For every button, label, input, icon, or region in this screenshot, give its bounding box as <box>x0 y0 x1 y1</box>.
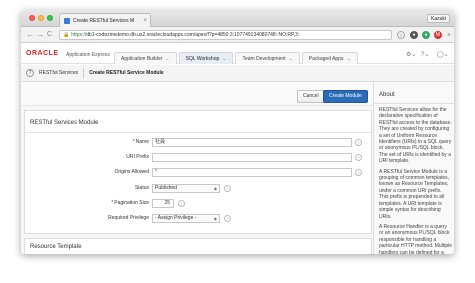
browser-window: Create RESTful Services M × Kazuki ← → C… <box>21 10 454 254</box>
help-icon[interactable]: ? <box>178 200 185 207</box>
required-privilege-select[interactable]: - Assign Privilege - ◆ <box>152 214 220 223</box>
field-label: URI Prefix <box>126 154 149 160</box>
required-marker: * <box>111 200 114 206</box>
field-label: Status <box>134 185 149 191</box>
about-paragraph: A RESTful Service Module is a grouping o… <box>379 168 450 220</box>
tab-application-builder[interactable]: Application Builder ⌄ <box>114 52 177 64</box>
help-icon[interactable]: ? <box>355 154 362 161</box>
star-bookmark-icon[interactable]: ☆ <box>397 31 405 39</box>
chevron-down-icon[interactable]: ⌄ <box>289 56 293 62</box>
field-row-uri-prefix: URI Prefix ? <box>25 153 371 163</box>
main-content: Cancel Create Module RESTful Services Mo… <box>21 82 373 254</box>
name-input[interactable]: 社員 <box>152 138 352 147</box>
main-nav-tabs: Application Builder ⌄ SQL Workshop ⌄ Team … <box>114 48 360 64</box>
breadcrumb: ? RESTful Services Create RESTful Servic… <box>21 65 454 82</box>
region-title: RESTful Services Module <box>30 120 99 126</box>
origins-allowed-input[interactable]: * <box>152 168 352 177</box>
required-marker: * <box>132 139 135 145</box>
about-text: RESTful Services allow for the declarati… <box>379 107 452 254</box>
apex-favicon-icon <box>64 17 70 24</box>
user-icon[interactable]: ◯⌄ <box>437 51 449 58</box>
product-name: Application Express <box>66 52 110 58</box>
about-sidebar: About RESTful Services allow for the dec… <box>373 82 454 254</box>
tab-title: Create RESTful Services M <box>73 17 135 24</box>
browser-titlebar: Create RESTful Services M × Kazuki <box>21 10 454 27</box>
tab-label: Application Builder <box>121 56 163 62</box>
select-arrow-icon: ◆ <box>213 216 217 221</box>
cancel-button[interactable]: Cancel <box>297 90 325 103</box>
tab-packaged-apps[interactable]: Packaged Apps ⌄ <box>301 52 358 64</box>
field-label: Origins Allowed <box>114 169 149 175</box>
help-icon[interactable]: ? <box>224 215 231 222</box>
region-title: Resource Template <box>30 244 82 250</box>
address-bar[interactable]: 🔒 https://db1-codezinedemo.db.us2.oracle… <box>59 30 392 40</box>
help-icon[interactable]: ?⌄ <box>421 51 429 58</box>
breadcrumb-item-restful-services[interactable]: RESTful Services <box>39 70 78 76</box>
minimize-window-button[interactable] <box>38 15 44 21</box>
create-module-button[interactable]: Create Module <box>323 90 368 103</box>
status-select[interactable]: Published ◆ <box>152 184 220 193</box>
field-label: *Name <box>133 139 149 145</box>
zoom-window-button[interactable] <box>47 15 53 21</box>
resource-template-region: Resource Template <box>24 238 372 254</box>
forward-arrow-icon[interactable]: → <box>36 30 44 40</box>
about-title: About <box>379 92 395 98</box>
pagination-size-input[interactable]: 25 <box>152 199 174 208</box>
url-text: https://db1-codezinedemo.db.us2.oraclecl… <box>71 32 300 38</box>
select-arrow-icon: ◆ <box>213 186 217 191</box>
field-row-name: *Name 社員 ? <box>25 138 371 148</box>
tab-label: Packaged Apps <box>308 56 344 62</box>
about-paragraph: RESTful Services allow for the declarati… <box>379 107 452 165</box>
back-arrow-icon[interactable]: ← <box>26 30 34 40</box>
browser-tab[interactable]: Create RESTful Services M × <box>59 13 151 27</box>
breadcrumb-item-current: Create RESTful Service Module <box>89 70 164 76</box>
url-path: /apex/f?p=4850:3:107749134080748::NO:RP,… <box>193 32 301 38</box>
tab-label: SQL Workshop <box>185 56 220 62</box>
uri-prefix-input[interactable] <box>152 153 352 162</box>
field-row-required-privilege: Required Privilege - Assign Privilege - ◆… <box>25 214 371 224</box>
lock-icon: 🔒 <box>63 32 70 38</box>
extension-green-icon[interactable]: ● <box>422 31 430 39</box>
chevron-down-icon[interactable]: ⌄ <box>347 56 351 62</box>
tab-sql-workshop[interactable]: SQL Workshop ⌄ <box>178 52 234 64</box>
close-window-button[interactable] <box>29 15 35 21</box>
about-paragraph: A Resource Handler is a query or an anon… <box>379 223 452 254</box>
menu-icon[interactable]: ≡ <box>445 31 453 39</box>
breadcrumb-separator <box>83 67 85 79</box>
divider <box>25 132 371 133</box>
button-bar: Cancel Create Module <box>21 82 373 106</box>
help-icon[interactable]: ? <box>224 185 231 192</box>
apex-header: ORACLE Application Express Application B… <box>21 44 454 64</box>
module-form-region: RESTful Services Module *Name 社員 ? URI P… <box>24 110 372 234</box>
extension-icon[interactable]: ● <box>410 31 418 39</box>
status-value: Published <box>155 185 177 191</box>
oracle-logo[interactable]: ORACLE <box>26 50 59 57</box>
profile-user-button[interactable]: Kazuki <box>426 14 450 23</box>
url-host: db1-codezinedemo.db.us2.oraclecloudapps.… <box>86 32 194 38</box>
help-circle-icon[interactable]: ? <box>26 69 34 77</box>
field-row-origins-allowed: Origins Allowed * ? <box>25 168 371 178</box>
browser-toolbar: ← → C 🔒 https://db1-codezinedemo.db.us2.… <box>21 27 454 43</box>
gmail-extension-icon[interactable]: M <box>434 31 442 39</box>
field-label: Required Privilege <box>108 215 149 221</box>
divider <box>374 103 454 104</box>
field-label: *Pagination Size <box>111 200 149 206</box>
chevron-down-icon[interactable]: ⌄ <box>222 56 226 62</box>
chevron-down-icon[interactable]: ⌄ <box>165 56 169 62</box>
field-label-text: Name <box>135 139 149 145</box>
tab-team-development[interactable]: Team Development ⌄ <box>235 52 300 64</box>
url-scheme: https:// <box>71 32 87 38</box>
reload-icon[interactable]: C <box>47 30 52 40</box>
field-row-status: Status Published ◆ ? <box>25 184 371 194</box>
field-label-text: Pagination Size <box>114 200 149 206</box>
field-row-pagination-size: *Pagination Size 25 ? <box>25 199 371 209</box>
help-icon[interactable]: ? <box>355 139 362 146</box>
help-icon[interactable]: ? <box>355 169 362 176</box>
tab-close-icon[interactable]: × <box>143 18 147 24</box>
tools-icon[interactable]: ⚙⌄ <box>406 51 416 58</box>
tab-label: Team Development <box>242 56 286 62</box>
privilege-value: - Assign Privilege - <box>155 215 197 221</box>
